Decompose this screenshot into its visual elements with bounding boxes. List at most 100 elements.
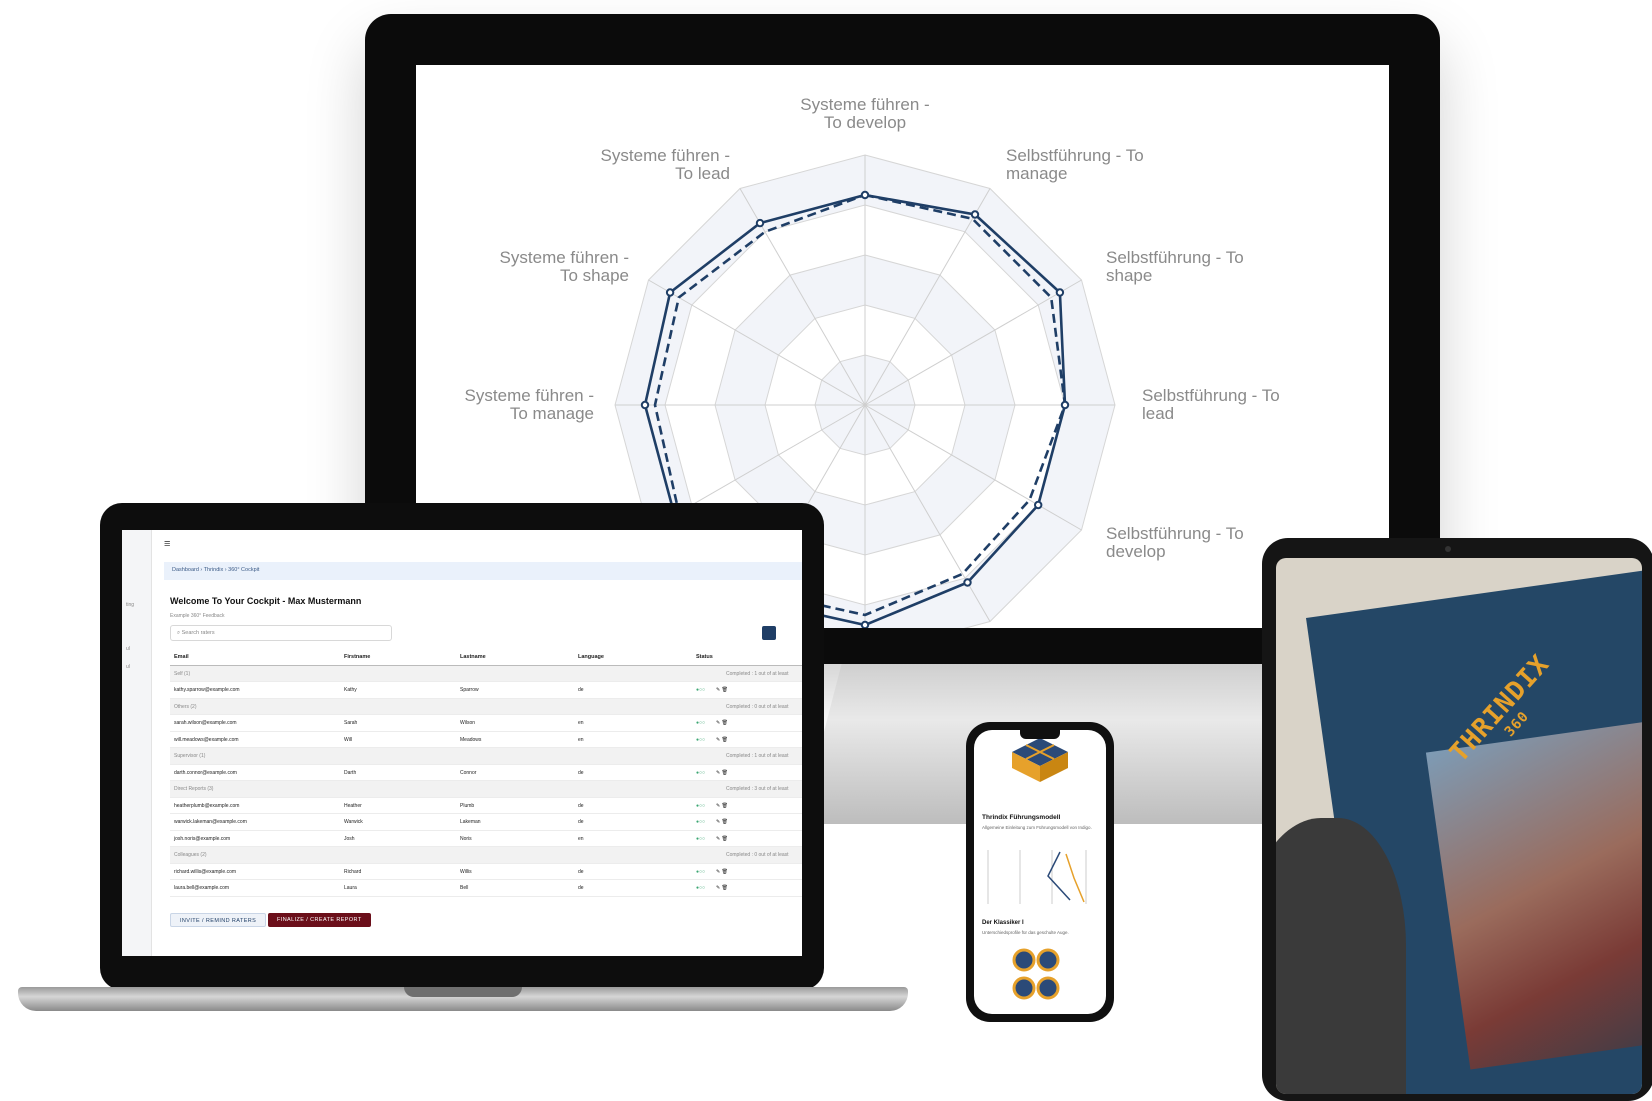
- edit-delete-icon[interactable]: ✎ 🗑: [716, 737, 728, 743]
- cell-firstname: Richard: [344, 868, 362, 875]
- radar-point[interactable]: [860, 190, 870, 200]
- page-subtitle: Example 360° Feedback: [170, 613, 225, 619]
- cell-email: darth.connor@example.com: [174, 769, 237, 776]
- table-row[interactable]: sarah.wilson@example.com Sarah Wilson en…: [170, 715, 802, 732]
- sidebar-item[interactable]: ul: [126, 664, 130, 670]
- radar-point[interactable]: [1055, 288, 1065, 297]
- add-rater-button[interactable]: [762, 626, 776, 640]
- table-group-row[interactable]: Colleagues (2) Completed : 0 out of at l…: [170, 847, 802, 864]
- status-indicator-icon[interactable]: ●○○: [696, 737, 705, 743]
- edit-delete-icon[interactable]: ✎ 🗑: [716, 885, 728, 891]
- radar-point[interactable]: [860, 620, 870, 628]
- cell-email: josh.noris@example.com: [174, 835, 231, 842]
- table-group-row[interactable]: Supervisor (1) Completed : 1 out of at l…: [170, 748, 802, 765]
- laptop: ting ul ul ≡ Dashboard › Thrindix › 360°…: [100, 503, 824, 990]
- status-indicator-icon[interactable]: ●○○: [696, 803, 705, 809]
- cell-email: heatherplumb@example.com: [174, 802, 240, 809]
- table-row[interactable]: richard.willis@example.com Richard Willi…: [170, 864, 802, 880]
- radar-point[interactable]: [970, 210, 980, 219]
- radar-axis-label: Selbstführung - To develop: [1106, 524, 1244, 561]
- radar-point[interactable]: [963, 578, 972, 587]
- cell-lastname: Connor: [460, 769, 477, 776]
- table-row[interactable]: laura.bell@example.com Laura Bell de ●○○…: [170, 880, 802, 897]
- table-group-row[interactable]: Direct Reports (3) Completed : 3 out of …: [170, 781, 802, 798]
- cell-language: de: [578, 868, 584, 875]
- table-row[interactable]: darth.connor@example.com Darth Connor de…: [170, 765, 802, 781]
- edit-delete-icon[interactable]: ✎ 🗑: [716, 770, 728, 776]
- column-header-language[interactable]: Language: [578, 654, 604, 660]
- edit-delete-icon[interactable]: ✎ 🗑: [716, 836, 728, 842]
- edit-delete-icon[interactable]: ✎ 🗑: [716, 803, 728, 809]
- column-header-firstname[interactable]: Firstname: [344, 654, 370, 660]
- finalize-report-button[interactable]: FINALIZE / CREATE REPORT: [268, 913, 371, 927]
- radar-point[interactable]: [755, 218, 765, 228]
- table-row[interactable]: will.meadows@example.com Will Meadows en…: [170, 732, 802, 748]
- hamburger-icon[interactable]: ≡: [164, 538, 170, 550]
- cell-firstname: Heather: [344, 802, 362, 809]
- status-indicator-icon[interactable]: ●○○: [696, 869, 705, 875]
- table-group-row[interactable]: Self (1) Completed : 1 out of at least: [170, 665, 802, 682]
- edit-delete-icon[interactable]: ✎ 🗑: [716, 869, 728, 875]
- cell-firstname: Kathy: [344, 687, 357, 693]
- radar-axis-label: Systeme führen -To shape: [500, 248, 629, 285]
- search-placeholder: Search raters: [181, 630, 215, 636]
- edit-delete-icon[interactable]: ✎ 🗑: [716, 720, 728, 726]
- radar-axis-label: Selbstführung - To shape: [1106, 248, 1244, 285]
- laptop-notch: [404, 987, 522, 997]
- edit-delete-icon[interactable]: ✎ 🗑: [716, 687, 728, 693]
- page-title: Welcome To Your Cockpit - Max Mustermann: [170, 596, 362, 606]
- laptop-screen: ting ul ul ≡ Dashboard › Thrindix › 360°…: [122, 530, 802, 956]
- breadcrumb[interactable]: Dashboard › Thrindix › 360° Cockpit: [164, 562, 802, 580]
- edit-delete-icon[interactable]: ✎ 🗑: [716, 819, 728, 825]
- section-text: Allgemeine Einleitung zum Führungsmodell…: [982, 825, 1092, 830]
- table-row[interactable]: josh.noris@example.com Josh Noris en ●○○…: [170, 831, 802, 847]
- radar-point[interactable]: [640, 400, 650, 410]
- circle-matrix-graphic: [1012, 948, 1060, 1000]
- radar-point[interactable]: [665, 288, 675, 297]
- tablet: THRINDIX 360: [1262, 538, 1652, 1101]
- cell-firstname: Laura: [344, 885, 357, 891]
- cell-language: de: [578, 769, 584, 776]
- group-status: Completed : 3 out of at least: [726, 786, 789, 792]
- cell-email: laura.bell@example.com: [174, 885, 230, 891]
- column-header-lastname[interactable]: Lastname: [460, 654, 486, 660]
- status-indicator-icon[interactable]: ●○○: [696, 819, 705, 825]
- cell-lastname: Lakeman: [460, 819, 481, 825]
- cover-photo: [1425, 719, 1642, 1070]
- cell-lastname: Sparrow: [460, 687, 479, 693]
- search-input[interactable]: ⌕ Search raters: [170, 625, 392, 641]
- group-status: Completed : 1 out of at least: [726, 670, 789, 677]
- status-indicator-icon[interactable]: ●○○: [696, 885, 705, 891]
- table-group-row[interactable]: Others (2) Completed : 0 out of at least: [170, 698, 802, 715]
- sidebar-item[interactable]: ting: [126, 602, 134, 608]
- cell-language: en: [578, 835, 584, 842]
- status-indicator-icon[interactable]: ●○○: [696, 770, 705, 776]
- cell-email: warwick.lakeman@example.com: [174, 819, 247, 825]
- radar-point[interactable]: [1060, 400, 1070, 410]
- group-status: Completed : 0 out of at least: [726, 703, 789, 710]
- section-text: Unterschiedsprofile für das geschulte Au…: [982, 930, 1069, 935]
- tablet-screen: THRINDIX 360: [1276, 558, 1642, 1094]
- cell-language: de: [578, 885, 584, 891]
- cell-firstname: Darth: [344, 769, 357, 776]
- cell-firstname: Warwick: [344, 819, 363, 825]
- cell-firstname: Will: [344, 736, 353, 743]
- invite-remind-button[interactable]: INVITE / REMIND RATERS: [170, 913, 267, 927]
- status-indicator-icon[interactable]: ●○○: [696, 687, 705, 693]
- status-indicator-icon[interactable]: ●○○: [696, 836, 705, 842]
- radar-point[interactable]: [1034, 500, 1043, 510]
- section-heading: Der Klassiker I: [982, 920, 1024, 926]
- column-header-status[interactable]: Status: [696, 654, 713, 660]
- cell-lastname: Plumb: [460, 802, 475, 809]
- table-row[interactable]: kathy.sparrow@example.com Kathy Sparrow …: [170, 682, 802, 699]
- sidebar-item[interactable]: ul: [126, 646, 130, 652]
- group-label: Self (1): [174, 670, 191, 677]
- column-header-email[interactable]: Email: [174, 654, 189, 660]
- model-cubes-graphic: [1012, 738, 1068, 782]
- table-row[interactable]: warwick.lakeman@example.com Warwick Lake…: [170, 814, 802, 831]
- status-indicator-icon[interactable]: ●○○: [696, 720, 705, 726]
- cell-language: en: [578, 736, 584, 743]
- sidebar: ting ul ul: [122, 530, 152, 956]
- table-row[interactable]: heatherplumb@example.com Heather Plumb d…: [170, 798, 802, 814]
- cell-language: en: [578, 720, 584, 726]
